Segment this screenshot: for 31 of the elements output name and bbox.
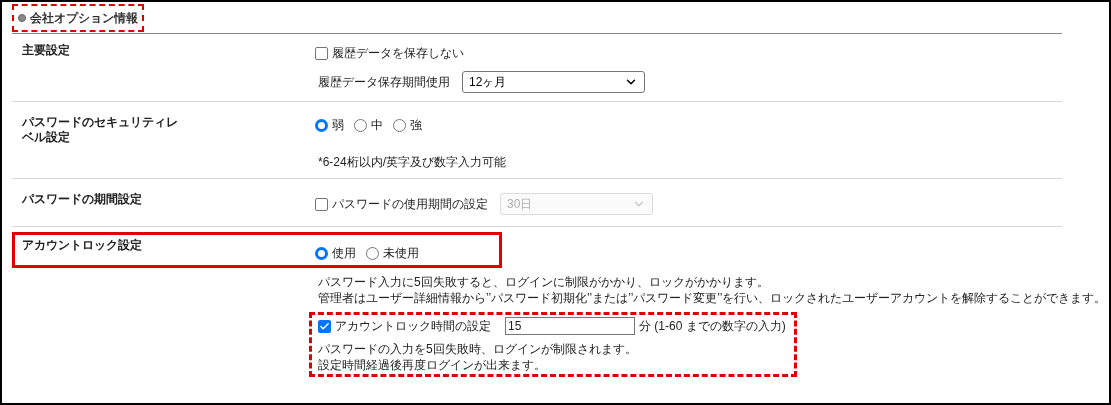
note-text: 設定時間経過後再度ログインが出来ます。 <box>318 357 546 373</box>
radio-label: 未使用 <box>383 245 419 262</box>
radio-button[interactable] <box>393 118 406 132</box>
checkbox-label: アカウントロック時間の設定 <box>335 318 491 335</box>
input-field[interactable]: 15 <box>505 317 635 335</box>
radio-label: 中 <box>371 117 383 134</box>
setting-label: パスワードのセキュリティレベル設定 <box>22 115 179 145</box>
note-text: *6-24桁以内/英字及び数字入力可能 <box>318 154 507 170</box>
select-field[interactable]: 12ヶ月 <box>462 71 645 93</box>
setting-label: パスワードの期間設定 <box>22 192 143 207</box>
setting-label: 主要設定 <box>22 43 71 58</box>
radio-label: 強 <box>410 117 422 134</box>
note-text: 管理者はユーザー詳細情報から’’パスワード初期化’’または’’パスワード変更’’を行い、ロックされたユーザーアカウントを解除することができます。 <box>318 290 1107 306</box>
setting-label: アカウントロック設定 <box>22 238 143 253</box>
checkbox[interactable] <box>315 46 328 60</box>
checkbox[interactable] <box>318 319 331 333</box>
section-title: 会社オプション情報 <box>12 4 144 32</box>
bullet-icon <box>18 14 26 22</box>
radio-label: 使用 <box>332 245 356 262</box>
check-icon <box>319 320 330 332</box>
note-text: パスワード入力に5回失敗すると、ログインに制限がかかり、ロックがかかります。 <box>318 274 769 290</box>
note-text: パスワードの入力を5回失敗時、ログインが制限されます。 <box>318 341 637 357</box>
radio-button[interactable] <box>315 246 328 260</box>
radio-button[interactable] <box>354 118 367 132</box>
checkbox-label: パスワードの使用期間の設定 <box>332 196 488 213</box>
checkbox-label: 履歴データを保存しない <box>332 45 464 62</box>
unit-text: 分 (1-60 までの数字の入力) <box>639 318 786 335</box>
field-label: 履歴データ保存期間使用 <box>318 74 450 91</box>
radio-label: 弱 <box>332 117 344 134</box>
radio-button[interactable] <box>366 246 379 260</box>
radio-button[interactable] <box>315 118 328 132</box>
